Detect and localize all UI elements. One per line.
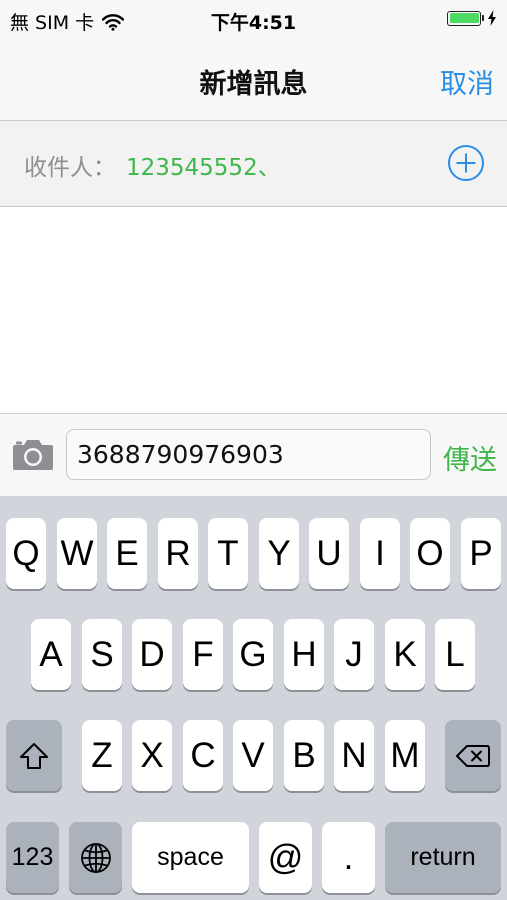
- key-o[interactable]: O: [410, 518, 450, 589]
- key-a[interactable]: A: [31, 619, 71, 690]
- message-thread-area: [0, 207, 507, 413]
- key-p[interactable]: P: [461, 518, 501, 589]
- nav-bar: 新增訊息 取消: [0, 40, 507, 121]
- compose-bar: 3688790976903 傳送: [0, 413, 507, 496]
- camera-icon[interactable]: [12, 436, 54, 472]
- key-k[interactable]: K: [385, 619, 425, 690]
- status-time: 下午4:51: [210, 12, 297, 34]
- key-m[interactable]: M: [385, 720, 425, 791]
- globe-icon: [80, 842, 111, 873]
- return-key[interactable]: return: [385, 822, 501, 893]
- delete-key[interactable]: [445, 720, 501, 791]
- shift-icon: [20, 742, 48, 769]
- key-v[interactable]: V: [233, 720, 273, 791]
- globe-key[interactable]: [69, 822, 122, 893]
- plus-circle-icon[interactable]: [447, 144, 485, 182]
- key-w[interactable]: W: [57, 518, 97, 589]
- battery-icon: [447, 10, 481, 26]
- key-d[interactable]: D: [132, 619, 172, 690]
- key-s[interactable]: S: [82, 619, 122, 690]
- key-n[interactable]: N: [334, 720, 374, 791]
- key-y[interactable]: Y: [259, 518, 299, 589]
- key-x[interactable]: X: [132, 720, 172, 791]
- bolt-icon: [488, 10, 496, 26]
- delete-icon: [456, 744, 490, 767]
- key-j[interactable]: J: [334, 619, 374, 690]
- key-r[interactable]: R: [158, 518, 198, 589]
- key-g[interactable]: G: [233, 619, 273, 690]
- recipients-row[interactable]: 收件人： 123545552、: [0, 121, 507, 207]
- space-key[interactable]: space: [132, 822, 249, 893]
- recipients-label: 收件人：: [24, 155, 116, 181]
- key-l[interactable]: L: [435, 619, 475, 690]
- numbers-key[interactable]: 123: [6, 822, 59, 893]
- key-f[interactable]: F: [183, 619, 223, 690]
- keyboard: Q W E R T Y U I O P A S D F G H J K L Z …: [0, 496, 507, 900]
- key-c[interactable]: C: [183, 720, 223, 791]
- battery-tip: [482, 15, 484, 21]
- screen: 無 SIM 卡 下午4:51 新增訊息 取消 收件人： 123545552、 3…: [0, 0, 507, 900]
- key-at[interactable]: @: [259, 822, 312, 893]
- key-z[interactable]: Z: [82, 720, 122, 791]
- key-dot[interactable]: .: [322, 822, 375, 893]
- battery-fill: [449, 13, 479, 23]
- key-h[interactable]: H: [284, 619, 324, 690]
- key-u[interactable]: U: [309, 518, 349, 589]
- battery-indicator: [447, 10, 497, 26]
- send-button[interactable]: 傳送: [443, 438, 497, 477]
- recipient-chip[interactable]: 123545552、: [126, 148, 281, 182]
- key-b[interactable]: B: [284, 720, 324, 791]
- shift-key[interactable]: [6, 720, 62, 791]
- key-t[interactable]: T: [208, 518, 248, 589]
- key-i[interactable]: I: [360, 518, 400, 589]
- key-e[interactable]: E: [107, 518, 147, 589]
- key-q[interactable]: Q: [6, 518, 46, 589]
- message-input[interactable]: 3688790976903: [66, 429, 431, 480]
- status-bar: 無 SIM 卡 下午4:51: [0, 0, 507, 40]
- cancel-button[interactable]: 取消: [440, 62, 494, 101]
- page-title: 新增訊息: [199, 69, 308, 100]
